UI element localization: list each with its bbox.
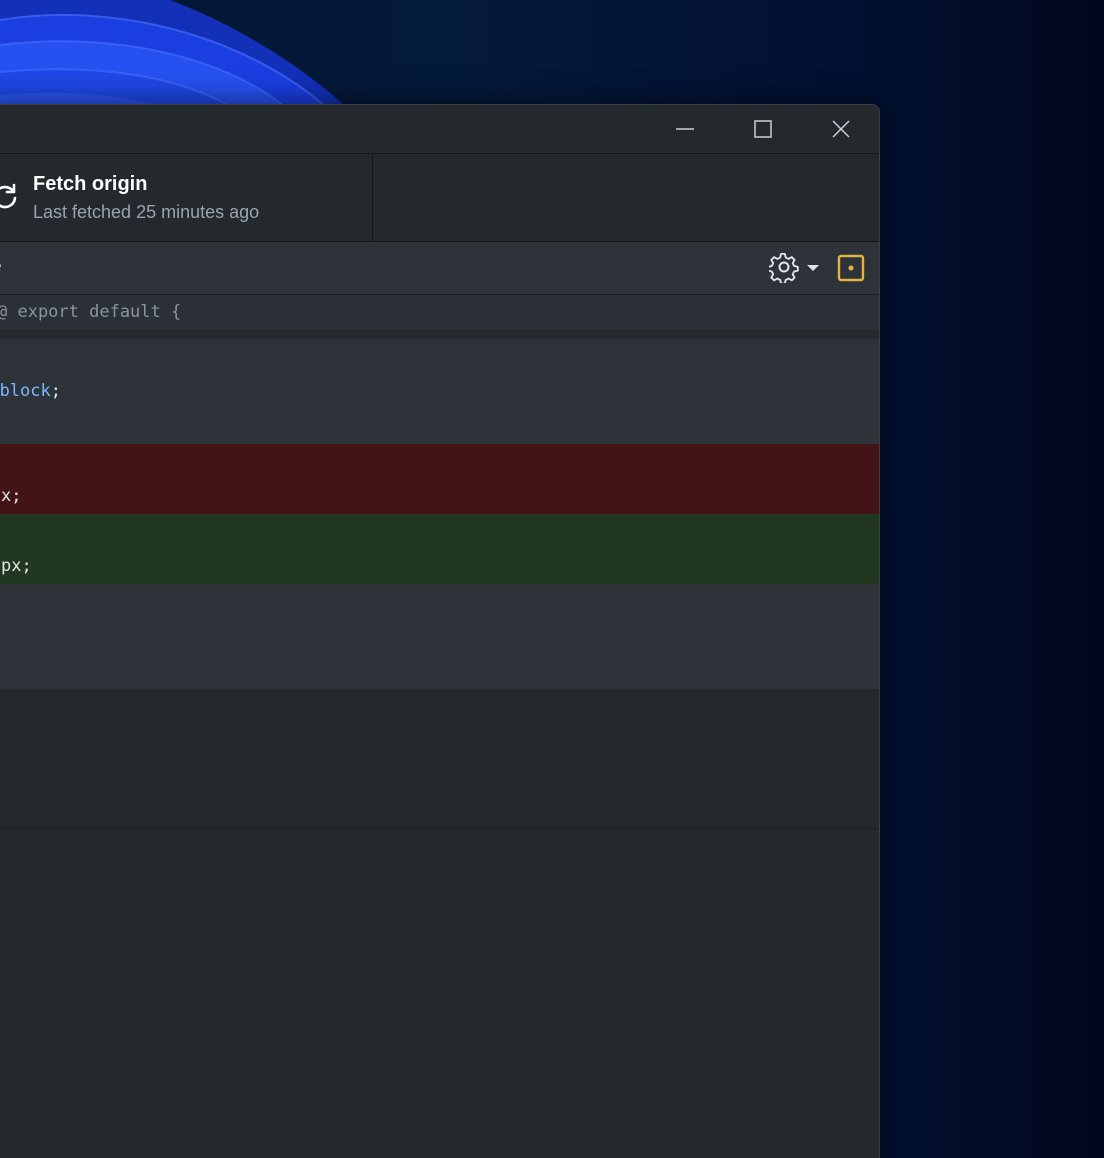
expand-icon[interactable] bbox=[837, 254, 865, 282]
hunk-header: @ export default { bbox=[0, 295, 879, 330]
diff-line-text: block; bbox=[0, 374, 61, 409]
maximize-icon bbox=[754, 120, 772, 138]
sync-icon bbox=[0, 183, 17, 209]
diff-header: e bbox=[0, 242, 879, 295]
minimize-icon bbox=[676, 128, 694, 130]
code-text: x; bbox=[1, 486, 22, 506]
hunk-header-text: @ export default { bbox=[0, 302, 182, 322]
fetch-origin-title: Fetch origin bbox=[33, 173, 148, 195]
diff-deleted-line[interactable]: x; bbox=[0, 479, 879, 514]
title-bar[interactable] bbox=[0, 105, 879, 154]
diff-context-line[interactable] bbox=[0, 619, 879, 654]
diff-divider bbox=[0, 828, 879, 829]
diff-line-text: x; bbox=[1, 479, 21, 514]
diff-context-line[interactable] bbox=[0, 584, 879, 619]
diff-settings-button[interactable] bbox=[769, 250, 825, 286]
diff-context-line[interactable]: block; bbox=[0, 374, 879, 409]
diff-file-name: e bbox=[0, 256, 2, 278]
maximize-button[interactable] bbox=[724, 105, 802, 153]
gear-icon bbox=[769, 253, 799, 283]
diff-view: @ export default { block; x; px; bbox=[0, 295, 879, 1158]
fetch-origin-button[interactable]: Fetch origin Last fetched 25 minutes ago bbox=[0, 154, 373, 241]
caret-down-icon bbox=[807, 265, 819, 271]
diff-deleted-line[interactable] bbox=[0, 444, 879, 479]
app-window: Fetch origin Last fetched 25 minutes ago… bbox=[0, 104, 880, 1158]
diff-added-line[interactable] bbox=[0, 514, 879, 549]
diff-context-line[interactable] bbox=[0, 654, 879, 689]
toolbar: Fetch origin Last fetched 25 minutes ago bbox=[0, 154, 879, 242]
close-icon bbox=[832, 120, 850, 138]
fetch-origin-subtitle: Last fetched 25 minutes ago bbox=[33, 202, 260, 222]
close-button[interactable] bbox=[802, 105, 879, 153]
diff-context-line[interactable] bbox=[0, 339, 879, 374]
code-text: ; bbox=[50, 381, 61, 401]
diff-context-line[interactable] bbox=[0, 409, 879, 444]
code-keyword: block bbox=[0, 381, 51, 401]
desktop: Fetch origin Last fetched 25 minutes ago… bbox=[0, 0, 1104, 1158]
diff-line-text: px; bbox=[1, 549, 32, 584]
diff-added-line[interactable]: px; bbox=[0, 549, 879, 584]
minimize-button[interactable] bbox=[646, 105, 724, 153]
code-text: px; bbox=[1, 556, 32, 576]
